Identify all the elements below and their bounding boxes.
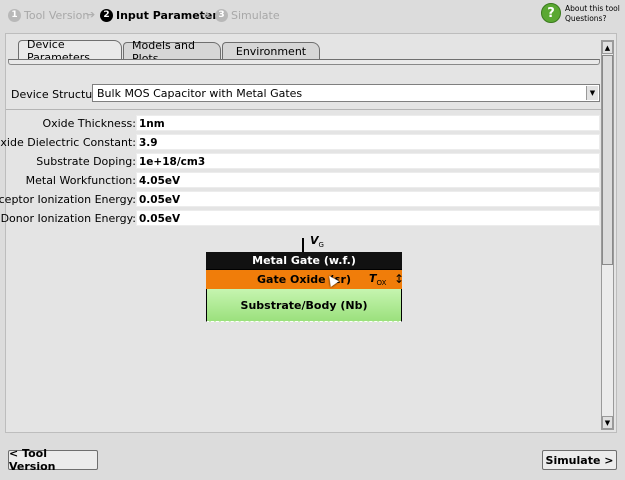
step-label: Tool Version (24, 8, 90, 22)
param-label: Oxide Dielectric Constant: (0, 136, 136, 149)
gate-terminal (302, 238, 304, 252)
scroll-down-icon[interactable]: ▼ (602, 416, 613, 429)
donor-energy-field[interactable]: 0.05eV (136, 210, 600, 226)
divider (6, 109, 602, 110)
chevron-down-icon[interactable]: ▼ (586, 86, 598, 100)
question-icon[interactable]: ? (541, 3, 561, 23)
param-label: Metal Workfunction: (25, 174, 136, 187)
param-row-oxide-thickness: Oxide Thickness: 1nm (6, 115, 602, 132)
help-link[interactable]: ? About this tool Questions? (541, 3, 621, 27)
param-row-oxide-dielectric: Oxide Dielectric Constant: 3.9 (0, 134, 602, 151)
simulate-button[interactable]: Simulate > (542, 450, 617, 470)
metal-workfunction-field[interactable]: 4.05eV (136, 172, 600, 188)
acceptor-energy-field[interactable]: 0.05eV (136, 191, 600, 207)
wizard-header: 1 Tool Version ➔ 2 Input Parameters ➔ 3 … (0, 0, 625, 30)
device-structure-value: Bulk MOS Capacitor with Metal Gates (97, 87, 303, 100)
scroll-thumb[interactable] (602, 55, 613, 265)
help-questions-label: Questions? (565, 14, 607, 23)
param-label: Acceptor Ionization Energy: (0, 193, 136, 206)
vertical-scrollbar[interactable]: ▲ ▼ (601, 40, 614, 430)
tab-device-parameters[interactable]: Device Parameters (18, 38, 122, 64)
param-row-substrate-doping: Substrate Doping: 1e+18/cm3 (6, 153, 602, 170)
tab-content-edge (8, 59, 600, 65)
scroll-up-icon[interactable]: ▲ (602, 41, 613, 54)
device-structure-select[interactable]: Bulk MOS Capacitor with Metal Gates ▼ (92, 84, 600, 102)
back-tool-version-button[interactable]: < Tool Version (8, 447, 98, 473)
step-label: Simulate (231, 8, 280, 22)
step-tool-version[interactable]: 1 Tool Version (8, 8, 89, 22)
tab-models-and-plots[interactable]: Models and Plots (123, 39, 221, 65)
param-label: Substrate Doping: (36, 155, 136, 168)
double-arrow-icon: ↕ (394, 272, 405, 286)
main-panel: Device Parameters Models and Plots Envir… (0, 33, 617, 433)
param-label: Donor Ionization Energy: (0, 212, 136, 225)
tab-environment[interactable]: Environment (222, 42, 320, 60)
step-number: 1 (8, 8, 21, 22)
arrow-right-icon: ➔ (201, 8, 211, 21)
metal-gate-layer: Metal Gate (w.f.) (206, 252, 402, 269)
param-label: Oxide Thickness: (42, 117, 136, 130)
substrate-layer: Substrate/Body (Nb) (206, 289, 402, 322)
oxide-thickness-label: TOX (369, 272, 387, 288)
oxide-dielectric-field[interactable]: 3.9 (136, 134, 600, 150)
mos-structure-diagram: VG Metal Gate (w.f.) Gate Oxide (εr) TOX… (206, 234, 405, 322)
gate-voltage-label: VG (310, 234, 324, 250)
step-number: 2 (100, 8, 113, 22)
tab-bar: Device Parameters Models and Plots Envir… (18, 38, 321, 65)
step-simulate[interactable]: 3 Simulate (215, 8, 280, 22)
step-number: 3 (215, 8, 228, 22)
param-row-acceptor-energy: Acceptor Ionization Energy: 0.05eV (0, 191, 602, 208)
substrate-doping-field[interactable]: 1e+18/cm3 (136, 153, 600, 169)
arrow-right-icon: ➔ (86, 8, 96, 21)
param-row-donor-energy: Donor Ionization Energy: 0.05eV (1, 210, 602, 227)
help-about-label: About this tool (565, 4, 620, 13)
oxide-thickness-field[interactable]: 1nm (136, 115, 600, 131)
help-text[interactable]: About this tool Questions? (565, 4, 620, 24)
param-row-metal-workfunction: Metal Workfunction: 4.05eV (6, 172, 602, 189)
